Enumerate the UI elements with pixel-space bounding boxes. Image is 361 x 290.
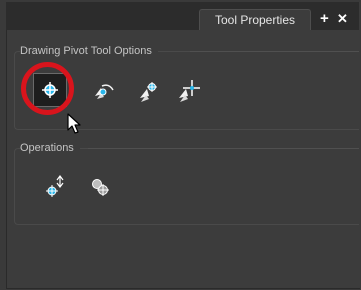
move-pivot-button[interactable] [132,75,164,107]
operations-title: Operations [20,142,80,154]
apply-pivot-button[interactable] [40,172,72,204]
divider [88,148,359,149]
tab-tool-properties[interactable]: Tool Properties [199,9,311,30]
rotate-pivot-button[interactable] [88,75,120,107]
move-pivot-icon [140,82,157,102]
offset-pivot-button[interactable] [172,75,204,107]
rotate-pivot-icon [95,84,114,99]
close-panel-icon[interactable]: ✕ [337,10,348,27]
reset-pivot-button[interactable] [84,172,116,204]
apply-pivot-icon [46,175,64,197]
mouse-cursor-icon [67,113,81,134]
reset-pivot-icon [92,179,109,196]
pivot-options-title: Drawing Pivot Tool Options [20,45,158,57]
offset-pivot-icon [179,80,200,102]
add-view-icon[interactable]: + [320,10,329,27]
highlight-ring [21,62,74,115]
divider [190,51,359,52]
